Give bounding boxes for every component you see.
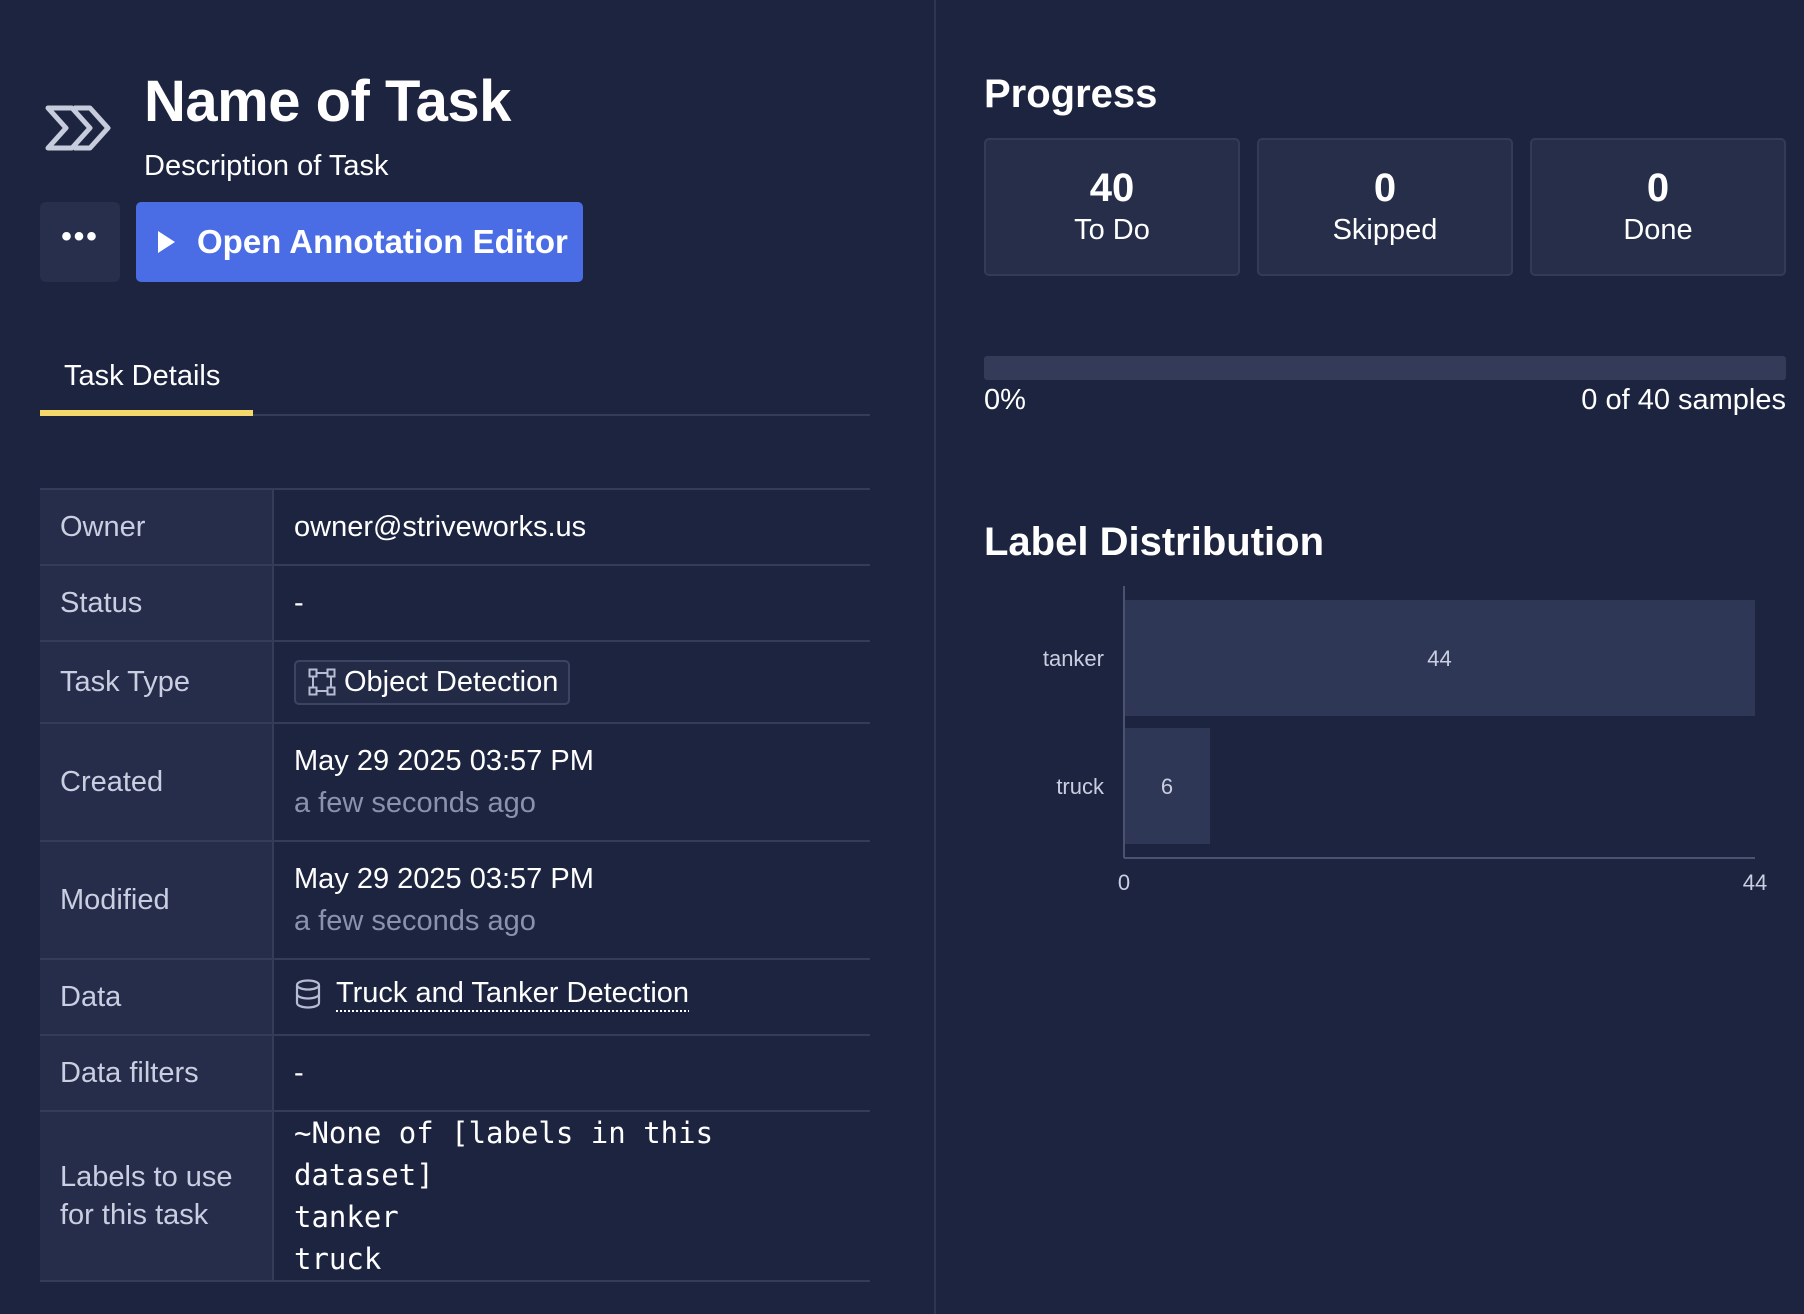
stat-todo: 40 To Do <box>984 138 1240 276</box>
open-annotation-editor-button[interactable]: Open Annotation Editor <box>136 202 583 282</box>
data-key: Data <box>40 958 274 1036</box>
progress-title: Progress <box>984 72 1158 116</box>
task-type-key: Task Type <box>40 640 274 724</box>
label-distribution-title: Label Distribution <box>984 520 1324 564</box>
tab-task-details[interactable]: Task Details <box>40 348 253 416</box>
chart-x-tick-label: 44 <box>1743 870 1767 895</box>
page-description: Description of Task <box>144 150 389 182</box>
tab-task-details-label: Task Details <box>64 360 221 392</box>
table-row: Created May 29 2025 03:57 PM a few secon… <box>40 722 870 842</box>
modified-value: May 29 2025 03:57 PM <box>294 863 594 895</box>
page-title: Name of Task <box>144 69 511 134</box>
status-key: Status <box>40 564 274 642</box>
tab-bar: Task Details <box>40 348 870 416</box>
modified-relative: a few seconds ago <box>294 905 536 937</box>
stat-done-value: 0 <box>1646 166 1670 210</box>
bounding-box-icon <box>308 668 336 696</box>
progress-panel: Progress 40 To Do 0 Skipped 0 Done 0% 0 … <box>936 0 1804 1314</box>
more-icon: ••• <box>61 220 99 253</box>
chart-data-label-tanker: 44 <box>1427 646 1451 671</box>
open-annotation-editor-label: Open Annotation Editor <box>197 223 568 260</box>
active-tab-indicator <box>40 410 253 416</box>
created-relative: a few seconds ago <box>294 787 536 819</box>
task-type-value: Object Detection <box>344 665 559 698</box>
progress-percent: 0% <box>984 384 1026 416</box>
label-distribution-chart: 44 tanker 6 truck 0 44 <box>1043 586 1767 895</box>
labels-key: Labels to use for this task <box>40 1110 274 1282</box>
stat-todo-value: 40 <box>1089 166 1135 210</box>
status-value: - <box>273 564 870 642</box>
data-link[interactable]: Truck and Tanker Detection <box>336 977 689 1010</box>
stat-done-label: Done <box>1623 214 1693 246</box>
stat-done: 0 Done <box>1530 138 1786 276</box>
stat-skipped-value: 0 <box>1373 166 1397 210</box>
table-row: Owner owner@striveworks.us <box>40 488 870 566</box>
labels-line-0: ~None of [labels in this dataset] <box>294 1116 714 1192</box>
created-value: May 29 2025 03:57 PM <box>294 745 594 777</box>
chart-data-label-truck: 6 <box>1161 774 1173 799</box>
database-icon <box>295 979 321 1009</box>
created-key: Created <box>40 722 274 842</box>
data-filters-value: - <box>273 1034 870 1112</box>
labels-line-2: truck <box>294 1242 382 1276</box>
data-link-wrap: Truck and Tanker Detection <box>294 977 689 1010</box>
chart-category-label-tanker: tanker <box>1043 646 1104 671</box>
table-row: Task Type Object Detection <box>40 640 870 724</box>
progress-samples: 0 of 40 samples <box>1581 384 1786 416</box>
table-row: Labels to use for this task ~None of [la… <box>40 1110 870 1282</box>
table-row: Data filters - <box>40 1034 870 1112</box>
stat-skipped: 0 Skipped <box>1257 138 1513 276</box>
stat-skipped-label: Skipped <box>1332 214 1438 246</box>
progress-bar <box>984 356 1786 380</box>
chart-category-label-truck: truck <box>1056 774 1105 799</box>
data-filters-key: Data filters <box>40 1034 274 1112</box>
more-options-button[interactable]: ••• <box>40 202 120 282</box>
modified-key: Modified <box>40 840 274 960</box>
task-type-chip: Object Detection <box>294 659 571 705</box>
table-row: Data Truck and Tanker Detection <box>40 958 870 1036</box>
chevrons-right-icon <box>45 105 111 151</box>
labels-line-1: tanker <box>294 1200 399 1234</box>
play-icon <box>158 231 175 253</box>
owner-value: owner@striveworks.us <box>273 488 870 566</box>
table-row: Modified May 29 2025 03:57 PM a few seco… <box>40 840 870 960</box>
table-row: Status - <box>40 564 870 642</box>
task-details-table: Owner owner@striveworks.us Status - Task… <box>40 488 870 1282</box>
task-details-panel: Name of Task Description of Task ••• Ope… <box>0 0 934 1314</box>
chart-x-tick-label: 0 <box>1118 870 1130 895</box>
stat-todo-label: To Do <box>1074 214 1150 246</box>
owner-key: Owner <box>40 488 274 566</box>
